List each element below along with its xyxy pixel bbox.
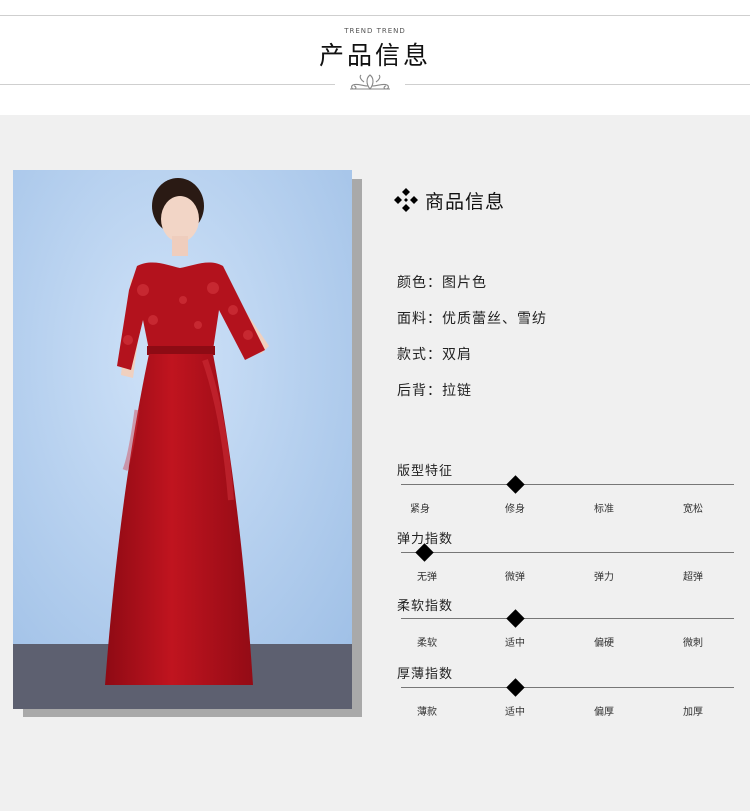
meter-label: 无弹 [417,572,437,583]
meter-label: 适中 [505,638,525,649]
info-heading-text: 商品信息 [425,190,506,213]
spec-back: 后背：拉链 [397,383,472,399]
meter-title-softness: 柔软指数 [397,599,454,614]
meter-label: 紧身 [410,504,430,515]
meter-line-fit [401,484,734,485]
spec-fabric: 面料：优质蕾丝、雪纺 [397,311,547,327]
meter-label: 适中 [505,707,525,718]
top-divider [0,15,750,16]
meter-label: 偏厚 [594,707,614,718]
meter-label: 加厚 [683,707,703,718]
meter-label: 修身 [505,504,525,515]
trend-subtitle: TREND TREND [344,27,406,35]
floral-ornament-icon [350,74,390,90]
meter-line-elasticity [401,552,734,553]
meter-label: 微刺 [683,638,703,649]
meter-title-fit: 版型特征 [397,464,454,479]
four-diamond-icon [394,188,418,212]
meter-marker-softness [506,609,525,628]
page-header: TREND TREND 产品信息 [0,0,750,115]
meter-label: 标准 [594,504,614,515]
meter-label: 弹力 [594,572,614,583]
meter-line-softness [401,618,734,619]
meter-label: 超弹 [683,572,703,583]
right-divider [405,84,750,85]
meter-marker-fit [506,475,525,494]
left-divider [0,84,335,85]
meter-label: 柔软 [417,638,437,649]
meter-line-thickness [401,687,734,688]
meter-label: 宽松 [683,504,703,515]
meter-label: 偏硬 [594,638,614,649]
product-info-section: 商品信息 颜色：图片色 面料：优质蕾丝、雪纺 款式：双肩 后背：拉链 版型特征 … [0,115,750,811]
product-photo [13,170,352,709]
meter-label: 薄款 [417,707,437,718]
spec-style: 款式：双肩 [397,347,472,363]
page-title: 产品信息 [318,41,431,70]
meter-label: 微弹 [505,572,525,583]
info-heading: 商品信息 [393,185,505,215]
meter-marker-thickness [506,678,525,697]
spec-color: 颜色：图片色 [397,275,487,291]
meter-title-thickness: 厚薄指数 [397,667,454,682]
